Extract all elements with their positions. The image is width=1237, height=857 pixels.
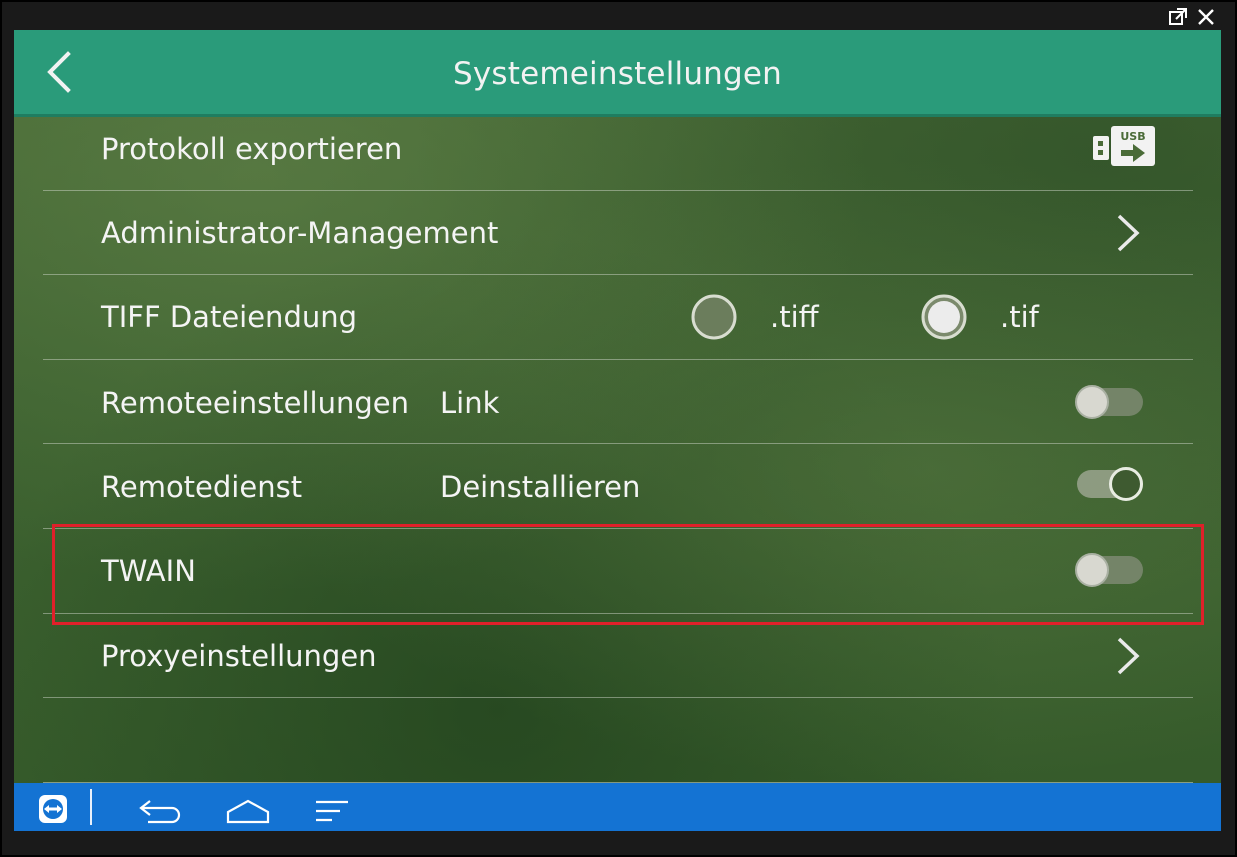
- page-title: Systemeinstellungen: [452, 56, 783, 92]
- toggle-thumb: [1075, 553, 1109, 587]
- settings-row-tiff-extension: TIFF Dateiendung .tiff .tif: [43, 274, 1193, 360]
- row-label: Protokoll exportieren: [101, 132, 403, 166]
- app-header: Systemeinstellungen: [14, 30, 1221, 117]
- row-label: Remotedienst: [101, 470, 303, 504]
- usb-label: USB: [1120, 130, 1145, 143]
- row-label: Proxyeinstellungen: [101, 639, 377, 673]
- back-icon[interactable]: [138, 795, 182, 827]
- settings-row-twain: TWAIN: [43, 528, 1193, 614]
- radio-tiff[interactable]: [691, 294, 737, 340]
- home-icon[interactable]: [226, 795, 270, 827]
- teamviewer-icon[interactable]: [39, 793, 67, 825]
- twain-toggle[interactable]: [1075, 553, 1145, 587]
- row-sublabel: Deinstallieren: [440, 470, 641, 504]
- radio-tif-label: .tif: [1000, 300, 1039, 334]
- chevron-right-icon: [1117, 214, 1140, 252]
- settings-row-remote-service: Remotedienst Deinstallieren: [43, 443, 1193, 529]
- chevron-right-icon: [1117, 637, 1140, 675]
- remote-window-frame: Systemeinstellungen Protokoll exportiere…: [0, 0, 1237, 857]
- navbar-separator: [90, 789, 92, 825]
- settings-row-export-log[interactable]: Protokoll exportieren USB: [43, 114, 1193, 191]
- radio-tif[interactable]: [921, 294, 967, 340]
- menu-icon[interactable]: [314, 795, 350, 827]
- row-sublabel: Link: [440, 386, 500, 420]
- settings-row-proxy-settings[interactable]: Proxyeinstellungen: [43, 613, 1193, 698]
- toggle-thumb: [1075, 385, 1109, 419]
- device-screen: Systemeinstellungen Protokoll exportiere…: [14, 30, 1221, 831]
- close-icon[interactable]: [1195, 6, 1217, 28]
- row-label: Administrator-Management: [101, 216, 499, 250]
- radio-tiff-label: .tiff: [770, 300, 819, 334]
- remote-settings-toggle[interactable]: [1075, 385, 1145, 419]
- settings-row-admin-management[interactable]: Administrator-Management: [43, 190, 1193, 275]
- settings-row-remote-settings: Remoteeinstellungen Link: [43, 359, 1193, 444]
- usb-export-icon[interactable]: USB: [1093, 126, 1157, 166]
- row-label: Remoteeinstellungen: [101, 386, 409, 420]
- popout-icon[interactable]: [1167, 6, 1189, 28]
- system-navbar: [14, 783, 1221, 831]
- row-label: TWAIN: [101, 554, 196, 588]
- window-controls: [1167, 6, 1217, 28]
- toggle-thumb: [1109, 467, 1143, 501]
- row-label: TIFF Dateiendung: [101, 300, 358, 334]
- remote-service-toggle[interactable]: [1075, 467, 1145, 501]
